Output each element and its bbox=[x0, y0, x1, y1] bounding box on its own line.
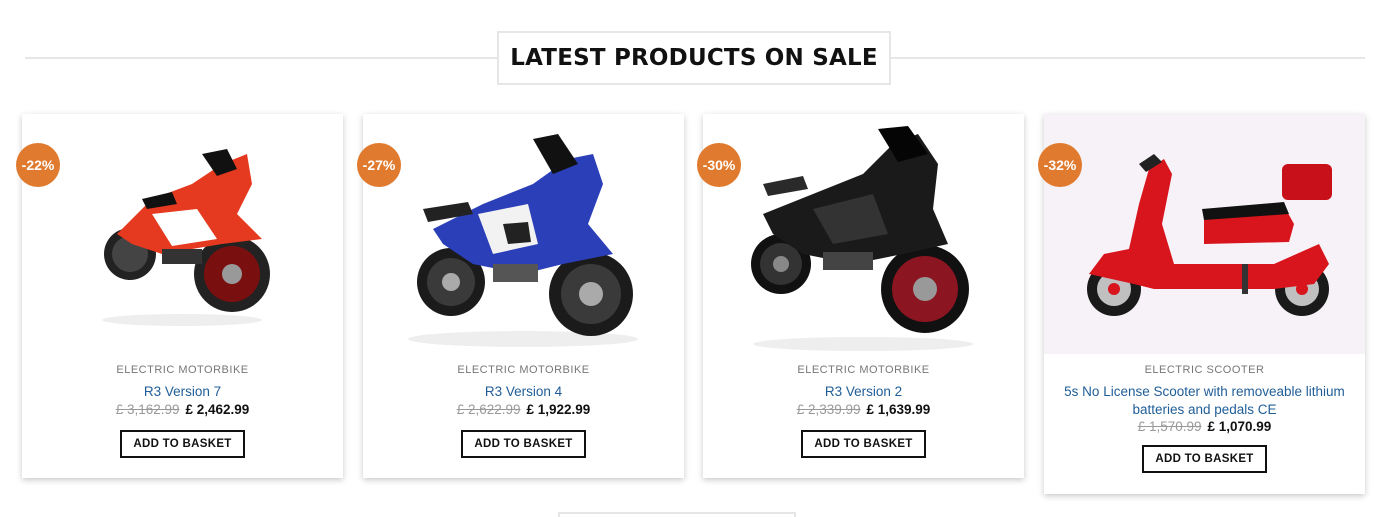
sale-price: £ 1,639.99 bbox=[866, 402, 931, 417]
divider-right bbox=[890, 57, 1365, 59]
view-more-button[interactable] bbox=[558, 512, 796, 517]
product-prices: £ 2,339.99 £ 1,639.99 bbox=[703, 402, 1024, 417]
old-price: £ 2,339.99 bbox=[796, 402, 861, 417]
product-image[interactable] bbox=[1044, 114, 1365, 354]
product-prices: £ 1,570.99 £ 1,070.99 bbox=[1044, 419, 1365, 434]
section-header: LATEST PRODUCTS ON SALE bbox=[0, 0, 1387, 110]
discount-badge: -27% bbox=[357, 143, 401, 187]
product-card: -30% ELECTRIC MOTORBIKE R3 Version 2 £ 2… bbox=[697, 114, 1024, 478]
motorbike-image bbox=[408, 134, 638, 347]
product-card: -32% ELECTRIC SCOOTER 5s No License Scoo… bbox=[1038, 114, 1365, 494]
product-name-link[interactable]: R3 Version 7 bbox=[22, 383, 343, 401]
motorbike-image bbox=[751, 126, 973, 351]
product-name-link[interactable]: R3 Version 4 bbox=[363, 383, 684, 401]
product-image[interactable] bbox=[363, 114, 684, 354]
discount-badge: -22% bbox=[16, 143, 60, 187]
motorbike-image bbox=[102, 149, 270, 326]
old-price: £ 2,622.99 bbox=[456, 402, 521, 417]
divider-left bbox=[25, 57, 498, 59]
product-card: -22% ELECTRIC MOTORBIKE R3 Version 7 £ 3… bbox=[16, 114, 343, 478]
product-category[interactable]: ELECTRIC MOTORBIKE bbox=[363, 364, 684, 376]
add-to-basket-button[interactable]: ADD TO BASKET bbox=[120, 430, 245, 458]
sale-price: £ 1,070.99 bbox=[1207, 419, 1272, 434]
discount-badge: -30% bbox=[697, 143, 741, 187]
product-category[interactable]: ELECTRIC MOTORBIKE bbox=[22, 364, 343, 376]
product-category[interactable]: ELECTRIC SCOOTER bbox=[1044, 364, 1365, 376]
add-to-basket-button[interactable]: ADD TO BASKET bbox=[1142, 445, 1267, 473]
old-price: £ 3,162.99 bbox=[115, 402, 180, 417]
add-to-basket-button[interactable]: ADD TO BASKET bbox=[461, 430, 586, 458]
old-price: £ 1,570.99 bbox=[1137, 419, 1202, 434]
product-category[interactable]: ELECTRIC MOTORBIKE bbox=[703, 364, 1024, 376]
product-name-link[interactable]: R3 Version 2 bbox=[703, 383, 1024, 401]
discount-badge: -32% bbox=[1038, 143, 1082, 187]
product-image[interactable] bbox=[703, 114, 1024, 354]
product-prices: £ 3,162.99 £ 2,462.99 bbox=[22, 402, 343, 417]
section-title: LATEST PRODUCTS ON SALE bbox=[497, 31, 891, 85]
sale-price: £ 1,922.99 bbox=[526, 402, 591, 417]
scooter-image bbox=[1087, 154, 1332, 316]
product-name-link[interactable]: 5s No License Scooter with removeable li… bbox=[1044, 383, 1365, 419]
product-card: -27% ELECTRIC MOTORBIKE R3 Version 4 £ 2… bbox=[357, 114, 684, 478]
add-to-basket-button[interactable]: ADD TO BASKET bbox=[801, 430, 926, 458]
product-prices: £ 2,622.99 £ 1,922.99 bbox=[363, 402, 684, 417]
sale-price: £ 2,462.99 bbox=[185, 402, 250, 417]
product-image[interactable] bbox=[22, 114, 343, 354]
